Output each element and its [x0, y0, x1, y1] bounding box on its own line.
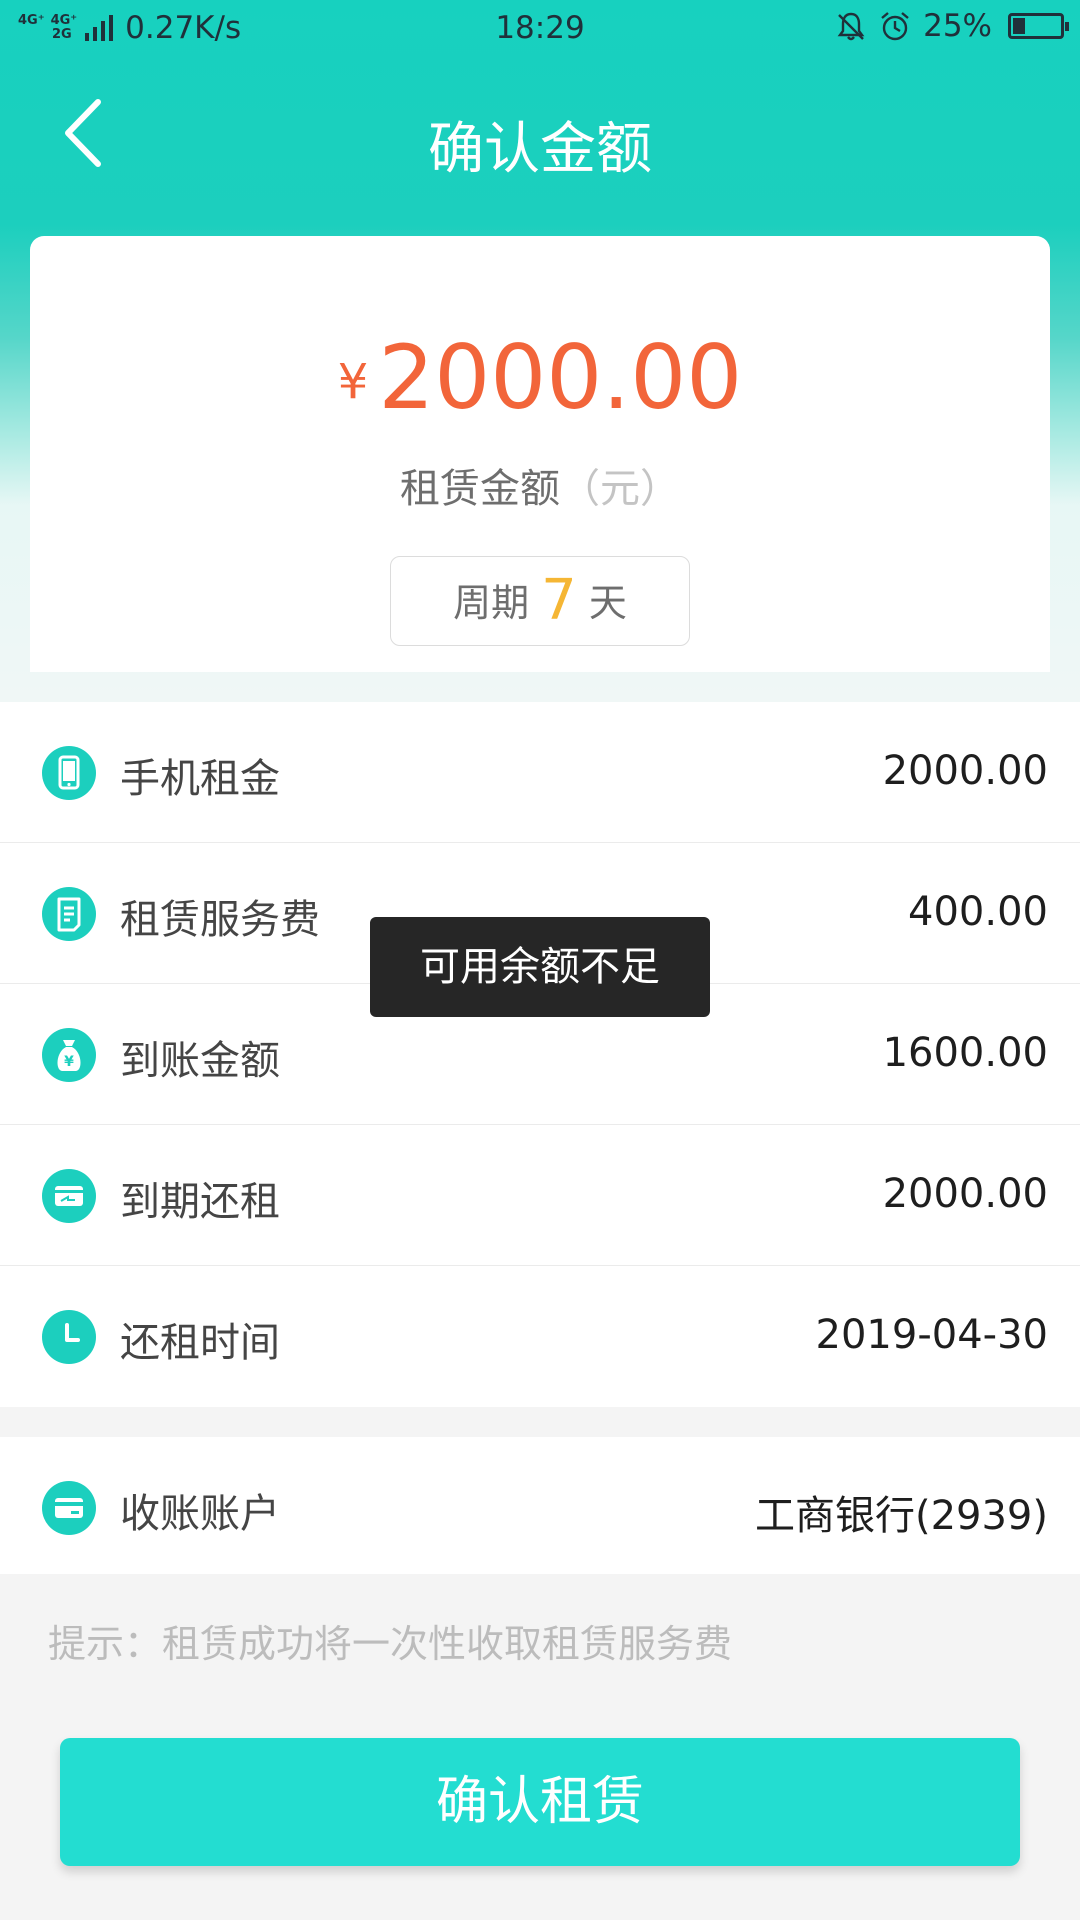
detail-label: 到期还租 [120, 1179, 280, 1225]
detail-label: 到账金额 [120, 1038, 280, 1084]
account-value: 工商银行(2939) [754, 1493, 1048, 1539]
detail-label: 手机租金 [120, 756, 280, 802]
battery-icon [1008, 13, 1069, 39]
app-screen: 4G⁺ 4G⁺ 2G 0.27K/s 18:29 25% 确认金额 ¥ 2000… [0, 0, 1080, 1920]
amount-label: 租赁金额 [400, 466, 560, 512]
detail-row-repay-date: 还租时间 2019-04-30 [0, 1266, 1080, 1407]
page-title: 确认金额 [428, 117, 652, 182]
currency-symbol: ¥ [337, 354, 369, 410]
alarm-icon [881, 12, 909, 41]
battery-level-fill [1013, 18, 1025, 34]
status-bar: 4G⁺ 4G⁺ 2G 0.27K/s 18:29 25% [0, 0, 1080, 58]
confirm-lease-button[interactable]: 确认租赁 [60, 1738, 1020, 1866]
detail-value: 2000.00 [882, 1171, 1048, 1217]
period-suffix: 天 [588, 581, 627, 625]
detail-label: 租赁服务费 [120, 897, 320, 943]
account-label: 收账账户 [120, 1491, 280, 1537]
amount-card: ¥2000.00 租赁金额（元） 周期 7 天 [30, 236, 1050, 672]
period-badge: 周期 7 天 [390, 556, 690, 646]
period-days: 7 [541, 568, 577, 633]
detail-value: 2000.00 [882, 748, 1048, 794]
detail-row-phone-rent: 手机租金 2000.00 [0, 702, 1080, 843]
detail-value: 400.00 [908, 889, 1048, 935]
battery-percent: 25% [923, 8, 992, 44]
account-section[interactable]: 收账账户 工商银行(2939) [0, 1437, 1080, 1574]
document-icon [42, 887, 96, 941]
insufficient-balance-toast: 可用余额不足 [370, 917, 710, 1017]
amount-value: 2000.00 [378, 326, 743, 429]
status-right: 25% [835, 8, 1069, 44]
card-repay-icon [42, 1169, 96, 1223]
period-prefix: 周期 [453, 581, 530, 625]
phone-icon [42, 746, 96, 800]
detail-value: 2019-04-30 [815, 1312, 1048, 1358]
service-fee-tip: 提示：租赁成功将一次性收取租赁服务费 [48, 1622, 733, 1666]
svg-text:¥: ¥ [64, 1054, 74, 1070]
nav-bar: 确认金额 [0, 58, 1080, 218]
bank-card-icon [42, 1481, 96, 1535]
amount-label-line: 租赁金额（元） [30, 456, 1050, 514]
amount-unit: （元） [560, 466, 680, 512]
account-row[interactable]: 收账账户 工商银行(2939) [0, 1437, 1080, 1574]
money-bag-icon: ¥ [42, 1028, 96, 1082]
detail-value: 1600.00 [882, 1030, 1048, 1076]
detail-row-due-repay: 到期还租 2000.00 [0, 1125, 1080, 1266]
muted-bell-icon [837, 12, 865, 41]
amount-display: ¥2000.00 [30, 326, 1050, 429]
detail-list: 手机租金 2000.00 租赁服务费 400.00 ¥ 到账金额 1600.00… [0, 702, 1080, 1407]
clock-icon [42, 1310, 96, 1364]
detail-label: 还租时间 [120, 1320, 280, 1366]
